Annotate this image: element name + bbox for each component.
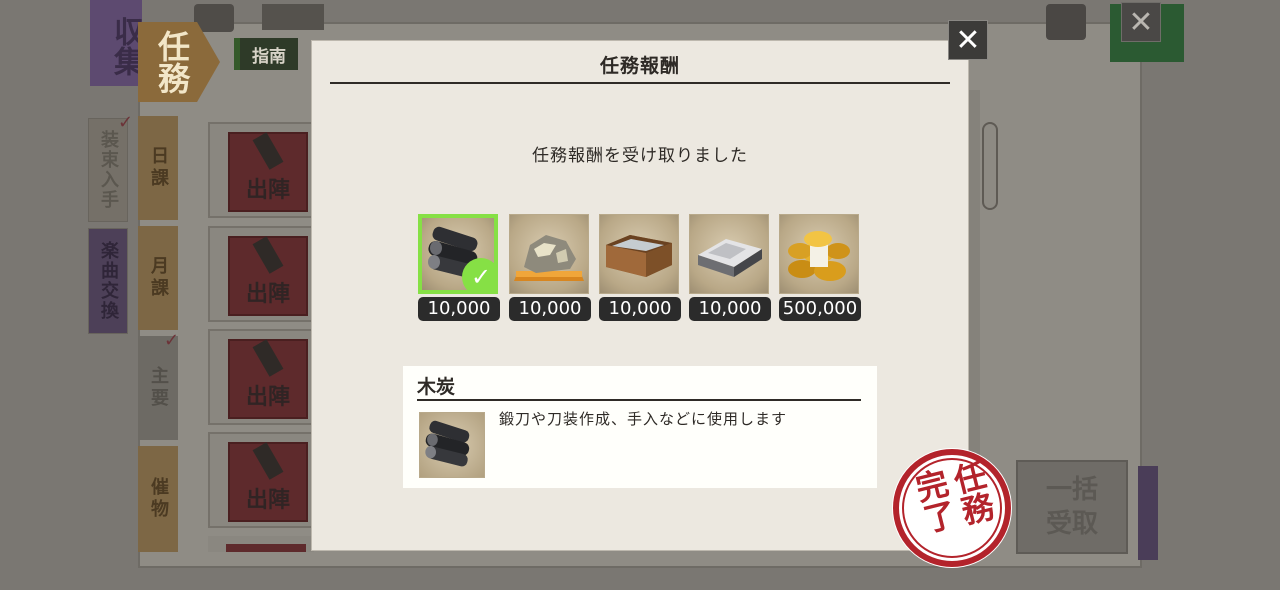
sortie-button[interactable]: 出陣 bbox=[228, 442, 308, 522]
reward-quantity: 10,000 bbox=[599, 297, 681, 321]
steel-ore-icon bbox=[509, 214, 589, 294]
reward-quantity: 10,000 bbox=[509, 297, 591, 321]
guide-button[interactable]: 指南 bbox=[234, 38, 298, 70]
sortie-label: 出陣 bbox=[245, 488, 290, 513]
bulk-receive-button[interactable]: 一括 受取 bbox=[1016, 460, 1128, 554]
sortie-button-partial bbox=[226, 544, 306, 552]
sortie-button[interactable]: 出陣 bbox=[228, 236, 308, 316]
sortie-button[interactable]: 出陣 bbox=[228, 132, 308, 212]
background-close-button[interactable]: ✕ bbox=[1121, 2, 1161, 42]
tab-event[interactable]: 催物 bbox=[138, 446, 178, 552]
quest-row-partial bbox=[208, 536, 314, 552]
mission-complete-stamp: 完了 任務 bbox=[890, 446, 1014, 570]
reward-item-coolant[interactable]: 10,000 bbox=[599, 214, 681, 321]
koban-coins-icon bbox=[779, 214, 859, 294]
checkmark-icon: ✓ bbox=[118, 112, 134, 133]
tag-icon bbox=[252, 132, 284, 170]
bulk-receive-line-1: 一括 bbox=[1045, 475, 1098, 505]
tab-main[interactable]: 主要 bbox=[138, 336, 178, 440]
sortie-label: 出陣 bbox=[245, 282, 290, 307]
category-task-label: 任務 bbox=[153, 30, 191, 94]
reward-item-steel[interactable]: 10,000 bbox=[509, 214, 591, 321]
close-icon[interactable]: ✕ bbox=[948, 20, 988, 60]
dialog-title: 任務報酬 bbox=[599, 55, 680, 77]
tab-daily[interactable]: 日課 bbox=[138, 116, 178, 220]
category-main-tab[interactable]: 収集 bbox=[90, 0, 143, 86]
detail-divider bbox=[417, 399, 861, 401]
guide-top-button[interactable] bbox=[262, 4, 324, 30]
bulk-receive-line-2: 受取 bbox=[1045, 509, 1098, 539]
item-detail-panel: 木炭 鍛刀や刀装作成、手入などに使用します bbox=[403, 366, 877, 488]
background-header-text bbox=[590, 6, 690, 36]
reward-quantity: 10,000 bbox=[689, 297, 771, 321]
purple-tab-edge bbox=[1138, 466, 1158, 560]
tag-icon bbox=[252, 236, 284, 274]
coolant-box-icon bbox=[599, 214, 679, 294]
settings-button[interactable] bbox=[1046, 4, 1086, 40]
reward-message: 任務報酬を受け取りました bbox=[532, 146, 748, 166]
charcoal-icon bbox=[419, 412, 485, 478]
item-name: 木炭 bbox=[417, 376, 456, 398]
checkmark-icon: ✓ bbox=[164, 330, 180, 351]
sortie-label: 出陣 bbox=[245, 385, 290, 410]
sortie-button[interactable]: 出陣 bbox=[228, 339, 308, 419]
item-description: 鍛刀や刀装作成、手入などに使用します bbox=[499, 410, 788, 428]
quest-row[interactable]: 出陣 bbox=[208, 329, 314, 425]
side-tab-costume[interactable]: 装束入手 bbox=[88, 118, 128, 222]
reward-quantity: 500,000 bbox=[779, 297, 861, 321]
reward-dialog: 任務報酬 任務報酬を受け取りました ✓ 10,000 10,000 10,000… bbox=[312, 41, 968, 550]
side-tab-music[interactable]: 楽曲交換 bbox=[88, 228, 128, 334]
check-icon: ✓ bbox=[462, 258, 494, 290]
reward-item-charcoal[interactable]: ✓ 10,000 bbox=[418, 214, 500, 321]
reward-item-koban[interactable]: 500,000 bbox=[779, 214, 861, 321]
scrollbar[interactable] bbox=[982, 122, 998, 210]
quest-row[interactable]: 出陣 bbox=[208, 432, 314, 528]
whetstone-icon bbox=[689, 214, 769, 294]
reward-item-whetstone[interactable]: 10,000 bbox=[689, 214, 771, 321]
tab-monthly[interactable]: 月課 bbox=[138, 226, 178, 330]
tag-icon bbox=[252, 442, 284, 480]
quest-row[interactable]: 出陣 bbox=[208, 226, 314, 322]
title-divider bbox=[330, 82, 950, 84]
sortie-label: 出陣 bbox=[245, 178, 290, 203]
tag-icon bbox=[252, 339, 284, 377]
reward-quantity: 10,000 bbox=[418, 297, 500, 321]
charcoal-icon: ✓ bbox=[418, 214, 498, 294]
quest-row[interactable]: 出陣 bbox=[208, 122, 314, 218]
